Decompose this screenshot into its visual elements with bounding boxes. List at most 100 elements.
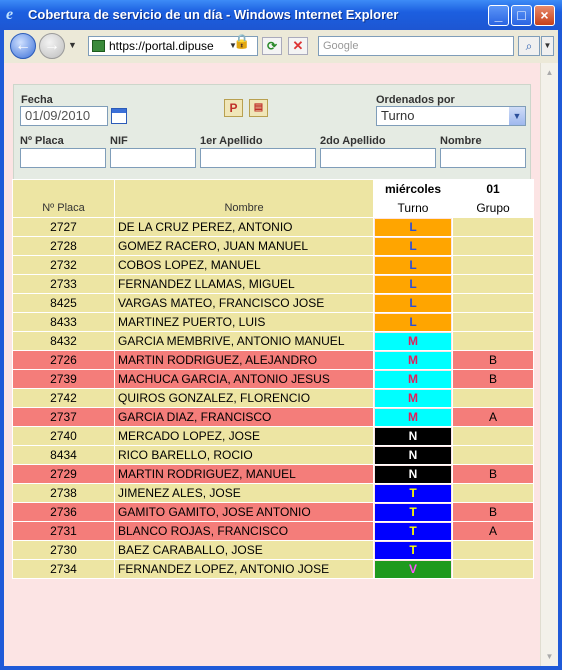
search-input[interactable]: Google xyxy=(318,36,514,56)
ordenados-select[interactable]: Turno ▼ xyxy=(376,106,526,126)
grupo-cell: B xyxy=(452,350,534,370)
apellido2-label: 2do Apellido xyxy=(320,135,386,147)
table-row[interactable]: 2742 QUIROS GONZALEZ, FLORENCIO M xyxy=(12,388,534,408)
table-row[interactable]: 2739 MACHUCA GARCIA, ANTONIO JESUS M B xyxy=(12,369,534,389)
turno-cell[interactable]: L xyxy=(373,274,453,294)
table-row[interactable]: 2733 FERNANDEZ LLAMAS, MIGUEL L xyxy=(12,274,534,294)
back-button[interactable]: ← xyxy=(10,33,36,59)
turno-badge: T xyxy=(375,484,451,502)
turno-cell[interactable]: T xyxy=(373,502,453,522)
calendar-icon[interactable] xyxy=(111,108,127,124)
refresh-button[interactable]: ⟳ xyxy=(262,37,282,55)
history-dropdown-icon[interactable]: ▼ xyxy=(68,40,77,50)
table-row[interactable]: 2734 FERNANDEZ LOPEZ, ANTONIO JOSE V xyxy=(12,559,534,579)
turno-cell[interactable]: M xyxy=(373,350,453,370)
turno-cell[interactable]: L xyxy=(373,236,453,256)
placa-cell: 8425 xyxy=(12,293,115,313)
turno-cell[interactable]: T xyxy=(373,521,453,541)
table-row[interactable]: 2730 BAEZ CARABALLO, JOSE T xyxy=(12,540,534,560)
maximize-button[interactable]: □ xyxy=(511,5,532,26)
col-header-grupo: Grupo xyxy=(452,198,534,218)
minimize-button[interactable]: _ xyxy=(488,5,509,26)
table-row[interactable]: 2727 DE LA CRUZ PEREZ, ANTONIO L xyxy=(12,217,534,237)
turno-cell[interactable]: M xyxy=(373,369,453,389)
grupo-cell: B xyxy=(452,502,534,522)
turno-cell[interactable]: V xyxy=(373,559,453,579)
fecha-label: Fecha xyxy=(21,94,53,106)
turno-cell[interactable]: N xyxy=(373,426,453,446)
turno-cell[interactable]: L xyxy=(373,255,453,275)
turno-cell[interactable]: N xyxy=(373,445,453,465)
grupo-cell xyxy=(452,312,534,332)
table-row[interactable]: 8433 MARTINEZ PUERTO, LUIS L xyxy=(12,312,534,332)
chevron-down-icon[interactable]: ▼ xyxy=(509,107,525,125)
lock-icon[interactable]: 🔒 xyxy=(232,33,252,51)
fecha-input[interactable]: 01/09/2010 xyxy=(20,106,108,126)
search-options-icon[interactable]: ▼ xyxy=(541,36,554,56)
turno-cell[interactable]: T xyxy=(373,540,453,560)
table-row[interactable]: 2737 GARCIA DIAZ, FRANCISCO M A xyxy=(12,407,534,427)
col-header-nombre: Nombre xyxy=(114,179,374,218)
placa-cell: 2734 xyxy=(12,559,115,579)
turno-badge: T xyxy=(375,503,451,521)
export-pdf-icon[interactable]: ▤ xyxy=(249,99,268,117)
placa-cell: 2729 xyxy=(12,464,115,484)
nombre-cell: BAEZ CARABALLO, JOSE xyxy=(114,540,374,560)
grupo-cell: B xyxy=(452,464,534,484)
turno-badge: N xyxy=(375,427,451,445)
table-row[interactable]: 2729 MARTIN RODRIGUEZ, MANUEL N B xyxy=(12,464,534,484)
vertical-scrollbar[interactable]: ▲ ▼ xyxy=(540,63,558,666)
close-button[interactable]: × xyxy=(534,5,555,26)
placa-cell: 2733 xyxy=(12,274,115,294)
turno-cell[interactable]: L xyxy=(373,312,453,332)
col-header-placa: Nº Placa xyxy=(12,179,115,218)
table-row[interactable]: 2726 MARTIN RODRIGUEZ, ALEJANDRO M B xyxy=(12,350,534,370)
turno-cell[interactable]: L xyxy=(373,217,453,237)
placa-cell: 2742 xyxy=(12,388,115,408)
table-row[interactable]: 8425 VARGAS MATEO, FRANCISCO JOSE L xyxy=(12,293,534,313)
filter-panel: Fecha 01/09/2010 P ▤ Ordenados por Turno… xyxy=(13,84,531,180)
table-row[interactable]: 8434 RICO BARELLO, ROCIO N xyxy=(12,445,534,465)
day-number: 01 xyxy=(452,179,534,199)
nombre-input[interactable] xyxy=(440,148,526,168)
scroll-down-icon[interactable]: ▼ xyxy=(542,648,557,665)
placa-cell: 8434 xyxy=(12,445,115,465)
turno-cell[interactable]: M xyxy=(373,407,453,427)
turno-badge: M xyxy=(375,408,451,426)
turno-badge: N xyxy=(375,465,451,483)
turno-cell[interactable]: L xyxy=(373,293,453,313)
turno-cell[interactable]: M xyxy=(373,388,453,408)
turno-badge: L xyxy=(375,275,451,293)
page-icon xyxy=(92,40,105,52)
apellido2-input[interactable] xyxy=(320,148,436,168)
nif-input[interactable] xyxy=(110,148,196,168)
turno-badge: M xyxy=(375,370,451,388)
table-row[interactable]: 2732 COBOS LOPEZ, MANUEL L xyxy=(12,255,534,275)
turno-cell[interactable]: N xyxy=(373,464,453,484)
placa-input[interactable] xyxy=(20,148,106,168)
nombre-cell: GOMEZ RACERO, JUAN MANUEL xyxy=(114,236,374,256)
forward-button[interactable]: → xyxy=(39,33,65,59)
turno-badge: V xyxy=(375,560,451,578)
print-button[interactable]: P xyxy=(224,99,243,117)
ie-logo-icon: e xyxy=(6,6,14,23)
turno-cell[interactable]: M xyxy=(373,331,453,351)
turno-cell[interactable]: T xyxy=(373,483,453,503)
table-row[interactable]: 2736 GAMITO GAMITO, JOSE ANTONIO T B xyxy=(12,502,534,522)
search-button[interactable]: ⌕ xyxy=(518,36,540,56)
stop-button[interactable]: ✕ xyxy=(288,37,308,55)
apellido1-input[interactable] xyxy=(200,148,316,168)
table-row[interactable]: 8432 GARCIA MEMBRIVE, ANTONIO MANUEL M xyxy=(12,331,534,351)
title-bar[interactable]: e Cobertura de servicio de un día - Wind… xyxy=(0,0,562,30)
placa-cell: 2726 xyxy=(12,350,115,370)
table-row[interactable]: 2731 BLANCO ROJAS, FRANCISCO T A xyxy=(12,521,534,541)
placa-cell: 8433 xyxy=(12,312,115,332)
table-header-row-1: Nº Placa Nombre miércoles 01 xyxy=(12,179,534,218)
turno-badge: L xyxy=(375,313,451,331)
scroll-up-icon[interactable]: ▲ xyxy=(542,64,557,81)
nombre-cell: MARTIN RODRIGUEZ, ALEJANDRO xyxy=(114,350,374,370)
browser-window: e Cobertura de servicio de un día - Wind… xyxy=(0,0,562,670)
table-row[interactable]: 2738 JIMENEZ ALES, JOSE T xyxy=(12,483,534,503)
table-row[interactable]: 2728 GOMEZ RACERO, JUAN MANUEL L xyxy=(12,236,534,256)
table-row[interactable]: 2740 MERCADO LOPEZ, JOSE N xyxy=(12,426,534,446)
